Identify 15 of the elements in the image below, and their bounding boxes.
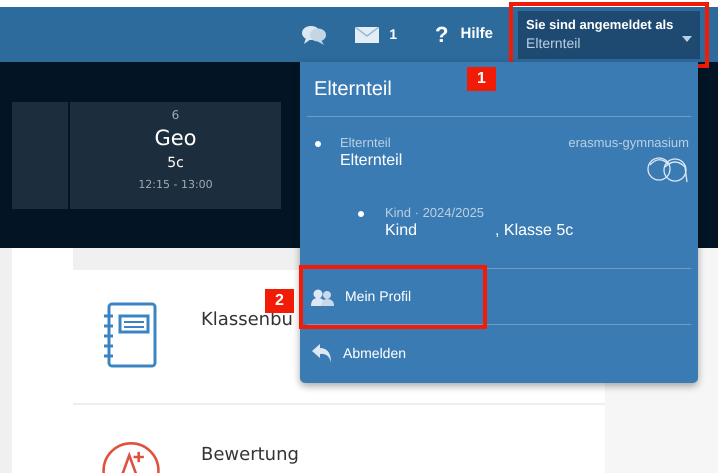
lesson-time: 12:15 - 13:00 bbox=[138, 176, 213, 192]
tile-label: Bewertung bbox=[201, 445, 299, 465]
tile-label: Klassenbu bbox=[201, 310, 293, 330]
child-class: , Klasse 5c bbox=[495, 221, 574, 241]
lesson-number: 6 bbox=[172, 106, 180, 124]
menu-title: Elternteil bbox=[314, 77, 392, 102]
lesson-subject: Geo bbox=[154, 124, 197, 152]
lesson-class: 5c bbox=[167, 154, 184, 172]
child-name: Kind bbox=[385, 221, 418, 241]
school-name: erasmus-gymnasium bbox=[568, 135, 689, 151]
account-role: Elternteil bbox=[340, 135, 392, 151]
annotation-number: 2 bbox=[265, 289, 294, 313]
account-name: Elternteil bbox=[340, 151, 402, 171]
annotation-number: 1 bbox=[467, 67, 496, 91]
child-role: Kind · 2024/2025 bbox=[385, 205, 486, 221]
